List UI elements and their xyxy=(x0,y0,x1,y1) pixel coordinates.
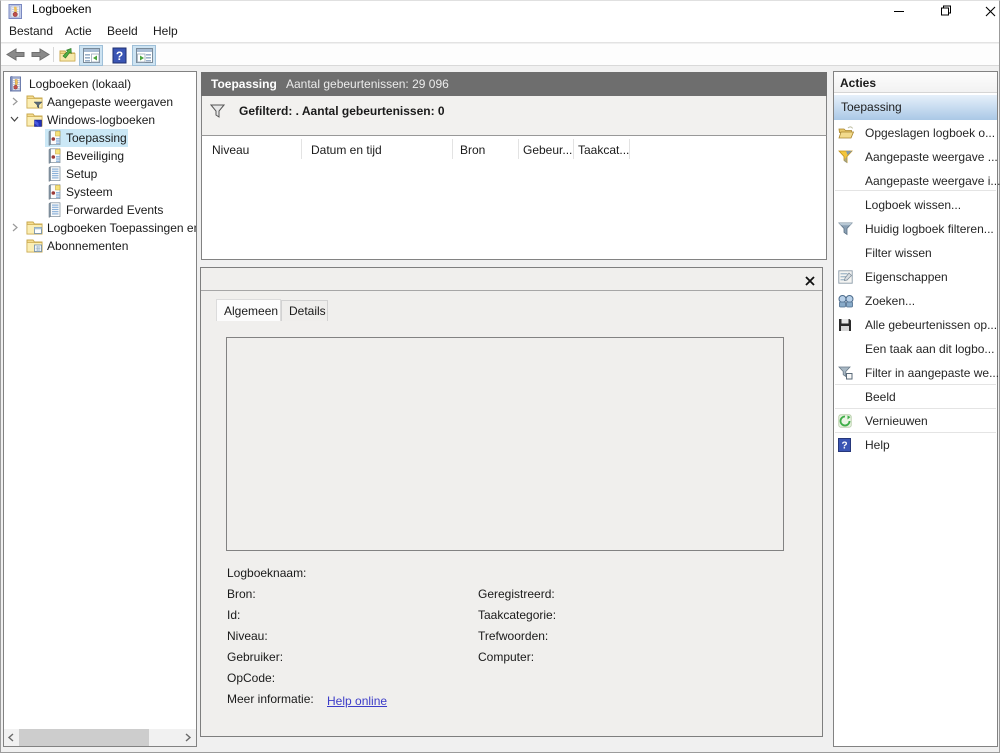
svg-text:?: ? xyxy=(841,441,847,452)
svg-text:?: ? xyxy=(116,49,123,63)
